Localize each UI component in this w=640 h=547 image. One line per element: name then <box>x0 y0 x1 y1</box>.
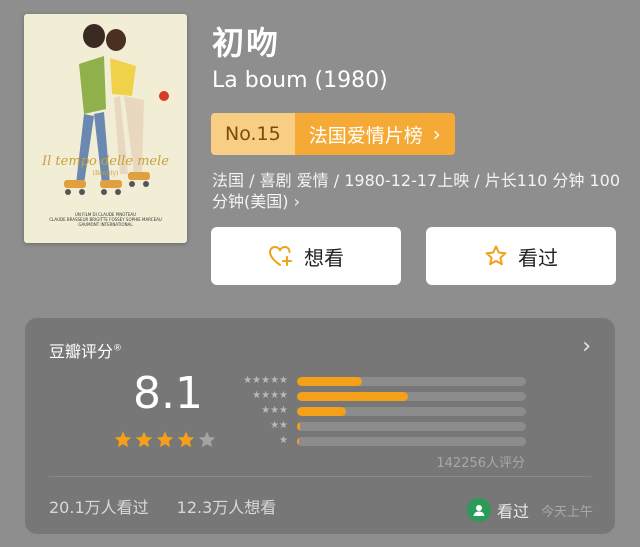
heart-plus-icon <box>268 245 292 266</box>
distribution-track <box>297 392 526 401</box>
my-status-label: 看过 <box>496 502 529 521</box>
distribution-row: ★ ★ <box>230 419 526 434</box>
star-filled-icon <box>177 431 195 448</box>
distribution-stars: ★ ★ <box>230 421 288 431</box>
distribution-bar <box>297 437 300 446</box>
user-silhouette-icon <box>473 505 485 516</box>
seen-label: 看过 <box>518 245 558 270</box>
small-star-icon: ★ <box>279 420 288 431</box>
rank-list: 法国爱情片榜 › <box>294 113 455 155</box>
small-star-icon: ★ <box>270 390 280 401</box>
distribution-stars: ★ ★ ★ ★ <box>230 391 288 401</box>
distribution-bar <box>297 407 347 416</box>
star-filled-icon <box>135 431 153 448</box>
small-star-icon: ★ <box>279 435 288 446</box>
rank-number: No.15 <box>211 113 295 155</box>
star-outline-icon <box>485 245 507 266</box>
rank-list-label: 法国爱情片榜 <box>308 124 423 147</box>
rating-card[interactable]: 豆瓣评分® › 8.1 ★ ★ ★ ★ ★ ★ ★ ★ ★ ★ ★ ★ ★ ★ ★ 142256人评分 20… <box>25 318 615 534</box>
small-star-icon: ★ <box>279 375 288 386</box>
rating-header-label: 豆瓣评分 <box>49 342 114 361</box>
rating-votes[interactable]: 142256人评分 <box>436 452 525 471</box>
small-star-icon: ★ <box>261 390 271 401</box>
chevron-right-icon: › <box>432 122 441 146</box>
audience-counts: 20.1万人看过 12.3万人想看 <box>49 494 276 518</box>
movie-title-cn: 初吻 <box>212 24 281 62</box>
registered-mark: ® <box>113 343 123 354</box>
movie-title-en: La boum (1980) <box>212 68 388 93</box>
my-status[interactable]: 看过 今天上午 <box>466 498 593 522</box>
rating-stars <box>113 430 217 450</box>
small-star-icon: ★ <box>261 405 271 416</box>
my-status-time: 今天上午 <box>540 504 593 520</box>
distribution-stars: ★ ★ ★ <box>230 406 288 416</box>
small-star-icon: ★ <box>279 390 288 401</box>
small-star-icon: ★ <box>270 375 280 386</box>
star-filled-icon <box>114 431 132 448</box>
small-star-icon: ★ <box>270 420 280 431</box>
rating-distribution: ★ ★ ★ ★ ★ ★ ★ ★ ★ ★ ★ ★ ★ ★ ★ <box>230 374 526 449</box>
rating-score: 8.1 <box>133 368 203 419</box>
distribution-row: ★ ★ ★ ★ <box>230 389 526 404</box>
distribution-stars: ★ <box>230 436 288 446</box>
small-star-icon: ★ <box>252 375 262 386</box>
distribution-track <box>297 407 526 416</box>
distribution-row: ★ ★ ★ <box>230 404 526 419</box>
small-star-icon: ★ <box>252 390 262 401</box>
poster-artwork <box>64 24 169 195</box>
star-empty-icon <box>198 431 216 448</box>
poster-credits: UN FILM DI CLAUDE PINOTEAU CLAUDE BRASSE… <box>30 212 181 227</box>
distribution-track <box>297 377 526 386</box>
small-star-icon: ★ <box>243 375 253 386</box>
poster-credit-line: GAUMONT INTERNATIONAL <box>78 222 133 227</box>
star-filled-icon <box>156 431 174 448</box>
distribution-bar <box>297 377 363 386</box>
want-count[interactable]: 12.3万人想看 <box>177 498 277 517</box>
user-avatar-icon <box>466 498 491 522</box>
small-star-icon: ★ <box>270 405 280 416</box>
want-label: 想看 <box>304 245 344 270</box>
rating-header: 豆瓣评分® <box>49 338 122 362</box>
distribution-track <box>297 422 526 431</box>
rank-badge[interactable]: No.15 法国爱情片榜 › <box>211 113 455 155</box>
distribution-stars: ★ ★ ★ ★ ★ <box>230 376 288 386</box>
want-to-watch-button[interactable]: 想看 <box>211 227 401 285</box>
movie-meta-info[interactable]: 法国 / 喜剧 爱情 / 1980-12-17上映 / 片长110 分钟 100… <box>212 170 622 212</box>
seen-button[interactable]: 看过 <box>426 227 616 285</box>
distribution-bar <box>297 422 300 431</box>
small-star-icon: ★ <box>279 405 288 416</box>
chevron-right-icon[interactable]: › <box>582 334 591 359</box>
divider <box>49 476 591 477</box>
distribution-bar <box>297 392 409 401</box>
distribution-track <box>297 437 526 446</box>
movie-poster[interactable]: Il tempo delle mele (Reality) UN FILM DI… <box>24 14 187 243</box>
poster-title: Il tempo delle mele <box>42 154 169 169</box>
poster-subtitle: (Reality) <box>92 170 119 177</box>
seen-count[interactable]: 20.1万人看过 <box>49 498 149 517</box>
distribution-row: ★ ★ ★ ★ ★ <box>230 374 526 389</box>
distribution-row: ★ <box>230 434 526 449</box>
small-star-icon: ★ <box>261 375 271 386</box>
